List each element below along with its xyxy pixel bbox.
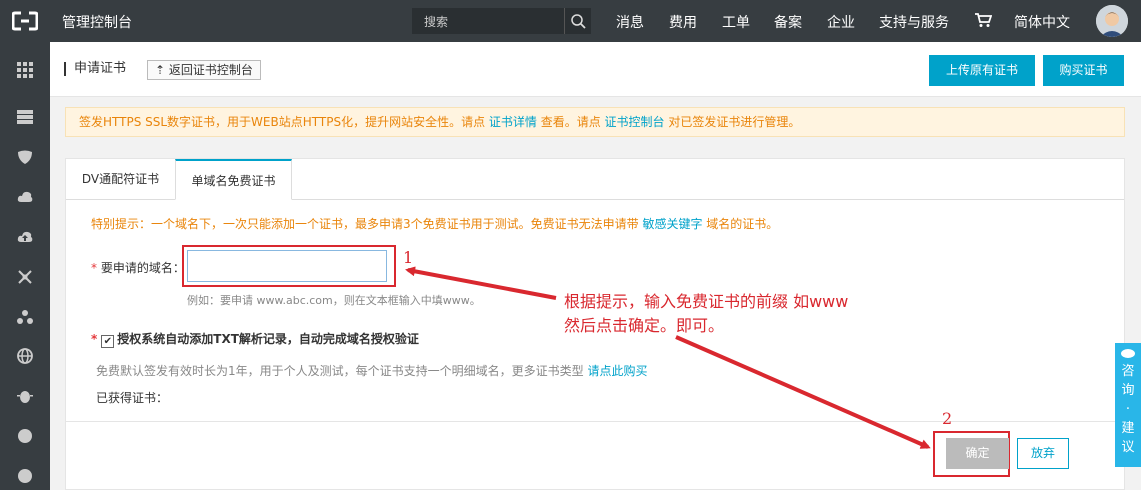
notice-text-1: 签发HTTPS SSL数字证书，用于WEB站点HTTPS化，提升网站安全性。请点 — [79, 115, 489, 129]
nodes-icon[interactable] — [17, 309, 33, 325]
nav-messages[interactable]: 消息 — [616, 12, 644, 32]
consult-char-5: 议 — [1121, 440, 1135, 455]
console-title[interactable]: 管理控制台 — [62, 12, 132, 32]
nav-support[interactable]: 支持与服务 — [879, 12, 949, 32]
search-icon[interactable] — [564, 8, 591, 34]
grid-menu-icon[interactable] — [17, 62, 33, 78]
consult-char-3: · — [1125, 402, 1131, 417]
page-title: 申请证书 — [64, 62, 126, 76]
upload-certificate-button[interactable]: 上传原有证书 — [929, 55, 1035, 86]
nav-tickets[interactable]: 工单 — [722, 12, 750, 32]
special-tip: 特别提示：一个域名下，一次只能添加一个证书，最多申请3个免费证书用于测试。免费证… — [91, 215, 778, 232]
notice-banner: 签发HTTPS SSL数字证书，用于WEB站点HTTPS化，提升网站安全性。请点… — [65, 107, 1125, 137]
info-text: 免费默认签发有效时长为1年，用于个人及测试，每个证书支持一个明细域名，更多证书类… — [96, 364, 588, 378]
top-bar: 管理控制台 搜索 消息 费用 工单 备案 企业 支持与服务 简体中文 — [0, 0, 1141, 42]
tab-dv-wildcard[interactable]: DV通配符证书 — [66, 159, 175, 199]
consult-char-4: 建 — [1121, 421, 1135, 436]
tip-tail: 域名的证书。 — [702, 217, 779, 231]
domain-example-hint: 例如：要申请 www.abc.com，则在文本框输入中填www。 — [187, 294, 481, 307]
consult-char-1: 咨 — [1121, 364, 1135, 379]
certificate-console-link[interactable]: 证书控制台 — [605, 115, 665, 129]
sidebar — [0, 42, 50, 490]
nav-icp[interactable]: 备案 — [774, 12, 802, 32]
required-mark-2: * — [91, 332, 98, 346]
confirm-button[interactable]: 确定 — [946, 438, 1009, 469]
nav-billing[interactable]: 费用 — [669, 12, 697, 32]
back-to-console-button[interactable]: ⇡ 返回证书控制台 — [147, 60, 261, 80]
search-input[interactable]: 搜索 — [412, 8, 591, 34]
consult-suggest-float[interactable]: 咨 询 · 建 议 — [1115, 343, 1141, 467]
buy-more-link[interactable]: 请点此购买 — [587, 364, 647, 378]
nav-enterprise[interactable]: 企业 — [827, 12, 855, 32]
back-label: 返回证书控制台 — [168, 63, 253, 77]
page-header: 申请证书 ⇡ 返回证书控制台 上传原有证书 购买证书 — [50, 42, 1141, 97]
nav-language[interactable]: 简体中文 — [1014, 12, 1070, 32]
annotation-number-1: 1 — [403, 248, 414, 267]
circle-icon[interactable] — [17, 428, 33, 444]
form-footer-divider — [66, 421, 1124, 422]
domain-label-text: 要申请的域名： — [100, 261, 185, 275]
tip-text: 特别提示：一个域名下，一次只能添加一个证书，最多申请3个免费证书用于测试。免费证… — [91, 217, 643, 231]
domain-label: * 要申请的域名： — [91, 259, 185, 276]
globe-icon[interactable] — [17, 348, 33, 364]
notice-text-2: 查看。请点 — [536, 115, 605, 129]
certificate-details-link[interactable]: 证书详情 — [489, 115, 537, 129]
annotation-number-2: 2 — [942, 409, 953, 428]
cancel-button[interactable]: 放弃 — [1017, 438, 1069, 469]
upload-arrow-icon: ⇡ — [155, 63, 166, 77]
shield-icon[interactable] — [17, 149, 33, 165]
tab-bar: DV通配符证书 单域名免费证书 — [66, 159, 1124, 200]
avatar[interactable] — [1096, 5, 1128, 37]
buy-certificate-button[interactable]: 购买证书 — [1043, 55, 1124, 86]
auto-txt-label: 授权系统自动添加TXT解析记录，自动完成域名授权验证 — [117, 332, 419, 346]
aliyun-logo-icon[interactable] — [12, 11, 38, 31]
notice-text-3: 对已签发证书进行管理。 — [664, 115, 801, 129]
validity-info: 免费默认签发有效时长为1年，用于个人及测试，每个证书支持一个明细域名，更多证书类… — [96, 362, 647, 379]
annotation-text-line-1: 根据提示，输入免费证书的前缀 如www — [564, 292, 849, 311]
consult-char-2: 询 — [1121, 383, 1135, 398]
user-avatar-icon — [1096, 5, 1128, 37]
chat-bubble-icon — [1121, 349, 1135, 358]
sensitive-keyword-link[interactable]: 敏感关键字 — [642, 217, 702, 231]
search-placeholder: 搜索 — [424, 15, 449, 29]
bug-icon[interactable] — [17, 388, 33, 404]
auto-txt-checkbox[interactable]: ✔ — [101, 335, 115, 348]
cloud-icon[interactable] — [17, 189, 33, 205]
obtained-certificates-label: 已获得证书： — [96, 391, 169, 405]
cart-icon[interactable] — [974, 12, 992, 28]
tab-single-domain-free[interactable]: 单域名免费证书 — [175, 159, 292, 200]
auto-txt-checkbox-row[interactable]: * ✔ 授权系统自动添加TXT解析记录，自动完成域名授权验证 — [91, 330, 419, 348]
cloud-upload-icon[interactable] — [17, 229, 33, 245]
server-icon[interactable] — [17, 109, 33, 125]
required-mark: * — [91, 261, 97, 275]
annotation-text-line-2: 然后点击确定。即可。 — [564, 316, 725, 335]
circle-icon-2[interactable] — [17, 468, 33, 484]
domain-input[interactable] — [187, 250, 387, 282]
network-icon[interactable] — [17, 269, 33, 285]
